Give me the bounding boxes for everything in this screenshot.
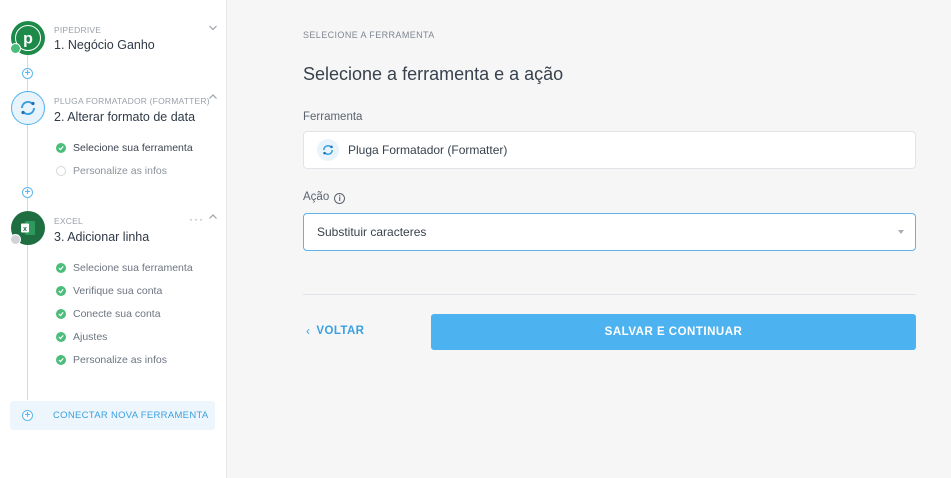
substep-connect-account[interactable]: Conecte sua conta: [56, 308, 161, 320]
step-3-title[interactable]: 3. Adicionar linha: [54, 230, 149, 244]
check-icon: [56, 286, 66, 296]
step-2-app-name: PLUGA FORMATADOR (FORMATTER): [54, 96, 210, 106]
divider: [303, 294, 916, 295]
action-select-value: Substituir caracteres: [317, 225, 427, 239]
sidebar: p PIPEDRIVE 1. Negócio Ganho + PLUGA FOR…: [0, 0, 227, 478]
back-button[interactable]: ‹ VOLTAR: [306, 324, 364, 338]
substep-label: Selecione sua ferramenta: [73, 142, 193, 154]
chevron-up-icon[interactable]: [208, 92, 218, 102]
chevron-down-icon: [898, 230, 904, 234]
substep-label: Verifique sua conta: [73, 285, 163, 297]
step-1-app-name: PIPEDRIVE: [54, 25, 102, 35]
page-title: Selecione a ferramenta e a ação: [303, 64, 564, 84]
info-icon[interactable]: i: [334, 193, 346, 204]
check-icon: [56, 332, 66, 342]
substep-verify-account[interactable]: Verifique sua conta: [56, 285, 162, 297]
step-3-app-name: EXCEL: [54, 216, 83, 226]
back-button-label: VOLTAR: [316, 325, 365, 337]
pluga-formatter-icon[interactable]: [11, 91, 45, 125]
tool-field-label: Ferramenta: [303, 111, 363, 123]
action-select[interactable]: Substituir caracteres: [303, 213, 916, 251]
substep-customize-info[interactable]: Personalize as infos: [56, 354, 167, 366]
add-step-plus-icon[interactable]: +: [22, 68, 33, 79]
chevron-down-icon[interactable]: [208, 23, 218, 33]
substep-settings[interactable]: Ajustes: [56, 331, 107, 343]
step-2-title[interactable]: 2. Alterar formato de data: [54, 110, 195, 124]
check-icon: [56, 355, 66, 365]
substep-label: Selecione sua ferramenta: [73, 262, 193, 274]
check-icon: [56, 143, 66, 153]
substep-label: Ajustes: [73, 331, 108, 343]
connect-new-tool-button[interactable]: + CONECTAR NOVA FERRAMENTA: [10, 401, 215, 430]
connect-new-tool-label: CONECTAR NOVA FERRAMENTA: [53, 410, 209, 421]
step-status-icon: [10, 234, 21, 245]
svg-text:p: p: [23, 31, 33, 48]
more-options-icon[interactable]: ···: [189, 212, 204, 226]
step-done-check-icon: [10, 43, 21, 54]
pluga-formatter-icon: [317, 139, 339, 161]
action-label-text: Ação: [303, 191, 330, 203]
substep-select-tool[interactable]: Selecione sua ferramenta: [56, 142, 193, 154]
chevron-up-icon[interactable]: [208, 212, 218, 222]
main-panel: SELECIONE A FERRAMENTA Selecione a ferra…: [227, 0, 951, 478]
tool-field[interactable]: Pluga Formatador (Formatter): [303, 131, 916, 169]
chevron-left-icon: ‹: [306, 324, 311, 338]
substep-customize-info[interactable]: Personalize as infos: [56, 165, 167, 177]
breadcrumb: SELECIONE A FERRAMENTA: [303, 30, 435, 40]
action-field-label: Ação i: [303, 191, 346, 204]
substep-select-tool[interactable]: Selecione sua ferramenta: [56, 262, 193, 274]
substep-label: Personalize as infos: [73, 165, 167, 177]
substep-label: Conecte sua conta: [73, 308, 161, 320]
check-icon: [56, 309, 66, 319]
svg-text:x: x: [23, 226, 27, 233]
step-1-title[interactable]: 1. Negócio Ganho: [54, 38, 155, 52]
save-and-continue-button[interactable]: SALVAR E CONTINUAR: [431, 314, 916, 350]
plus-icon: +: [22, 410, 33, 421]
substep-label: Personalize as infos: [73, 354, 167, 366]
add-step-plus-icon[interactable]: +: [22, 187, 33, 198]
tool-field-value: Pluga Formatador (Formatter): [348, 143, 508, 157]
check-icon: [56, 263, 66, 273]
pending-circle-icon: [56, 166, 66, 176]
